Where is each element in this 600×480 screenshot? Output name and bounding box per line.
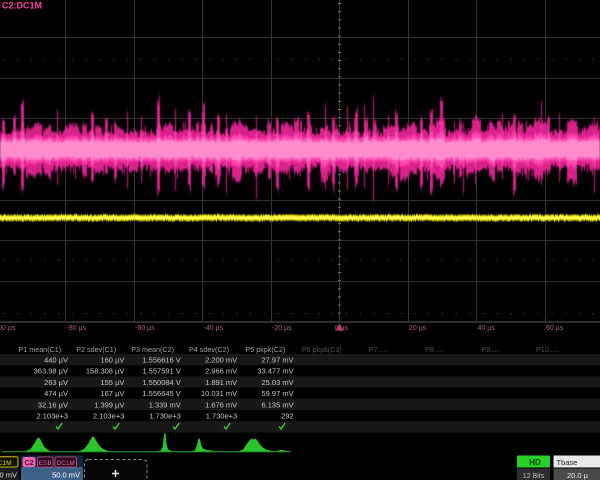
svg-text:-100 µs: -100 µs bbox=[0, 325, 16, 332]
svg-text:2.103e+3: 2.103e+3 bbox=[93, 412, 125, 421]
svg-text:1.556616 V: 1.556616 V bbox=[142, 356, 180, 365]
svg-text:6.135 mV: 6.135 mV bbox=[261, 400, 293, 409]
svg-text:25.03 mV: 25.03 mV bbox=[261, 378, 293, 387]
svg-text:DC1M: DC1M bbox=[0, 460, 12, 467]
svg-text:33.477 mV: 33.477 mV bbox=[257, 367, 293, 376]
svg-text:50.0 mV: 50.0 mV bbox=[52, 471, 80, 480]
svg-text:P4 sdev(C2): P4 sdev(C2) bbox=[189, 345, 229, 354]
svg-text:160 µV: 160 µV bbox=[100, 356, 124, 365]
svg-text:263 µV: 263 µV bbox=[44, 378, 68, 387]
svg-text:10.031 mV: 10.031 mV bbox=[201, 389, 237, 398]
svg-text:P10.....: P10..... bbox=[536, 345, 559, 354]
svg-text:474 µV: 474 µV bbox=[44, 389, 68, 398]
svg-text:1.556645 V: 1.556645 V bbox=[142, 389, 180, 398]
svg-text:P1 mean(C1): P1 mean(C1) bbox=[18, 345, 61, 354]
svg-text:167 µV: 167 µV bbox=[100, 389, 124, 398]
svg-text:C2: C2 bbox=[25, 460, 34, 467]
svg-text:32.16 µV: 32.16 µV bbox=[38, 400, 68, 409]
svg-text:60 µs: 60 µs bbox=[546, 325, 564, 332]
svg-text:-20 µs: -20 µs bbox=[272, 325, 292, 332]
svg-text:2.200 mV: 2.200 mV bbox=[205, 356, 237, 365]
svg-text:P5 pkpk(C2): P5 pkpk(C2) bbox=[245, 345, 285, 354]
svg-text:20 µs: 20 µs bbox=[409, 325, 427, 332]
svg-text:363.98 µV: 363.98 µV bbox=[34, 367, 68, 376]
svg-text:1.730e+3: 1.730e+3 bbox=[206, 412, 238, 421]
svg-text:20.0 µ: 20.0 µ bbox=[567, 471, 589, 480]
svg-text:1.891 mV: 1.891 mV bbox=[205, 378, 237, 387]
svg-text:155 µV: 155 µV bbox=[100, 378, 124, 387]
svg-text:1.730e+3: 1.730e+3 bbox=[149, 412, 181, 421]
svg-text:27.97 mV: 27.97 mV bbox=[261, 356, 293, 365]
svg-text:1.557591 V: 1.557591 V bbox=[142, 367, 180, 376]
svg-text:P8.....: P8..... bbox=[425, 345, 444, 354]
svg-text:158.308 µV: 158.308 µV bbox=[86, 367, 125, 376]
svg-text:1.399 µV: 1.399 µV bbox=[94, 400, 124, 409]
svg-text:12 Bits: 12 Bits bbox=[523, 473, 545, 480]
svg-text:Tbase: Tbase bbox=[557, 458, 578, 467]
svg-text:DC1M: DC1M bbox=[57, 460, 75, 467]
svg-text:440 µV: 440 µV bbox=[44, 356, 68, 365]
svg-text:-80 µs: -80 µs bbox=[67, 325, 87, 332]
svg-text:2.103e+3: 2.103e+3 bbox=[37, 412, 69, 421]
svg-text:P3 mean(C2): P3 mean(C2) bbox=[131, 345, 174, 354]
svg-text:50.0 mV: 50.0 mV bbox=[0, 471, 17, 480]
svg-text:ESB: ESB bbox=[39, 460, 52, 467]
svg-text:40 µs: 40 µs bbox=[478, 325, 496, 332]
svg-text:-60 µs: -60 µs bbox=[135, 325, 155, 332]
svg-text:1.550084 V: 1.550084 V bbox=[142, 378, 180, 387]
svg-text:P7.....: P7..... bbox=[369, 345, 388, 354]
svg-text:P9.....: P9..... bbox=[482, 345, 501, 354]
svg-text:P2 sdev(C1): P2 sdev(C1) bbox=[76, 345, 116, 354]
svg-text:-40 µs: -40 µs bbox=[204, 325, 224, 332]
svg-text:C2:DC1M: C2:DC1M bbox=[2, 1, 42, 11]
svg-text:59.97 mV: 59.97 mV bbox=[261, 389, 293, 398]
svg-text:2.966 mV: 2.966 mV bbox=[205, 367, 237, 376]
svg-text:1.339 mV: 1.339 mV bbox=[149, 400, 181, 409]
svg-text:P6 pkpk(C3): P6 pkpk(C3) bbox=[302, 345, 342, 354]
svg-text:292: 292 bbox=[281, 412, 294, 421]
svg-text:1.676 mV: 1.676 mV bbox=[205, 400, 237, 409]
svg-text:HD: HD bbox=[529, 458, 541, 467]
